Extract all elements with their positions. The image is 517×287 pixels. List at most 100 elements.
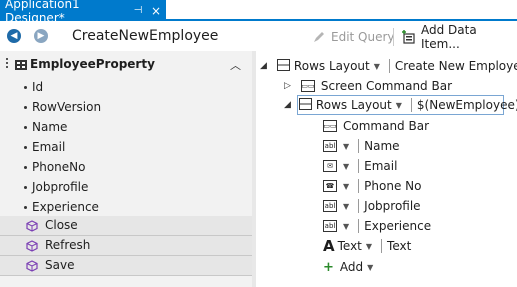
chevron-up-icon[interactable]: ︿ [230, 57, 241, 73]
forward-arrow-icon[interactable]: ▶ [34, 29, 48, 43]
dropdown-caret-icon[interactable]: ▼ [374, 62, 380, 71]
method-icon [26, 240, 38, 255]
layout-type-label: Rows Layout [315, 98, 392, 112]
item-label: Name [364, 139, 400, 153]
dropdown-caret-icon[interactable]: ▼ [366, 242, 372, 251]
tree-node-experience[interactable]: abl ▼ Experience [323, 216, 431, 236]
field-item[interactable]: RowVersion [0, 97, 252, 117]
document-tab[interactable]: Application1 Designer* ⊣ × [0, 0, 166, 25]
separator [358, 219, 360, 233]
add-data-item-label: Add Data Item... [421, 23, 477, 51]
tree-node-email[interactable]: ✉ ▼ Email [323, 156, 397, 176]
view-model-panel: EmployeeProperty ︿ Id RowVersion Name Em… [0, 51, 252, 287]
separator [358, 179, 360, 193]
command-bar-icon: ▭▭ [323, 120, 337, 132]
drag-handle-icon[interactable] [6, 58, 9, 72]
pin-icon[interactable]: ⊣ [132, 5, 144, 16]
dropdown-caret-icon[interactable]: ▼ [343, 162, 349, 171]
separator [410, 98, 412, 112]
field-item[interactable]: Experience [0, 197, 252, 217]
item-label: Jobprofile [364, 199, 421, 213]
field-item[interactable]: Name [0, 117, 252, 137]
item-label: Experience [364, 219, 432, 233]
separator [358, 199, 360, 213]
binding-label: $(NewEmployee) [416, 98, 517, 112]
tab-title: Application1 Designer* [5, 0, 80, 25]
rows-layout-icon [298, 97, 312, 113]
tree-node-jobprofile[interactable]: abl ▼ Jobprofile [323, 196, 421, 216]
layout-type-label: Rows Layout [293, 59, 370, 73]
edit-query-button[interactable]: Edit Query [311, 27, 395, 47]
field-label: Id [32, 80, 44, 94]
field-item[interactable]: Jobprofile [0, 177, 252, 197]
field-label: Email [32, 140, 66, 154]
collapse-triangle-icon[interactable]: ◢ [284, 100, 291, 110]
tree-node-inner-layout[interactable]: ◢ Rows Layout ▼ $(NewEmployee) [284, 95, 517, 115]
field-item[interactable]: PhoneNo [0, 157, 252, 177]
item-label: Email [364, 159, 398, 173]
dropdown-caret-icon[interactable]: ▼ [343, 142, 349, 151]
entity-title: EmployeeProperty [30, 57, 155, 71]
tree-node-command-bar[interactable]: ▭▭ Command Bar [323, 116, 429, 136]
textbox-icon: abl [323, 140, 337, 152]
separator [388, 59, 390, 73]
dropdown-caret-icon[interactable]: ▼ [367, 263, 373, 272]
field-label: PhoneNo [32, 160, 86, 174]
method-label: Save [45, 258, 75, 272]
dropdown-caret-icon[interactable]: ▼ [343, 222, 349, 231]
method-item-close[interactable]: Close [0, 216, 252, 236]
field-item[interactable]: Email [0, 137, 252, 157]
method-label: Close [45, 218, 78, 232]
entity-icon [14, 58, 28, 75]
screen-name: CreateNewEmployee [72, 28, 219, 44]
edit-query-label: Edit Query [331, 30, 395, 44]
document-tab-bar: Application1 Designer* ⊣ × [0, 0, 517, 25]
field-label: RowVersion [32, 100, 102, 114]
collapse-triangle-icon[interactable]: ◢ [260, 61, 267, 71]
text-control-icon: A [323, 237, 335, 255]
screen-title-label: Create New Employee [394, 59, 517, 73]
screen-command-bar-label: Screen Command Bar [320, 79, 453, 93]
text-label: Text [387, 239, 412, 253]
item-label: Phone No [364, 179, 422, 193]
method-item-refresh[interactable]: Refresh [0, 236, 252, 256]
back-arrow-icon[interactable]: ◀ [7, 29, 21, 43]
field-label: Jobprofile [32, 180, 89, 194]
tree-node-text[interactable]: A Text ▼ Text [323, 236, 411, 256]
command-bar-label: Command Bar [343, 119, 430, 133]
dropdown-caret-icon[interactable]: ▼ [396, 101, 402, 110]
field-label: Name [32, 120, 68, 134]
phone-editor-icon: ☎ [323, 180, 337, 192]
edit-query-icon [311, 29, 327, 45]
field-label: Experience [32, 200, 99, 214]
method-item-save[interactable]: Save [0, 256, 252, 276]
add-label: Add [339, 260, 364, 274]
close-icon[interactable]: × [150, 4, 162, 18]
designer-toolbar: ◀ ▶ CreateNewEmployee Edit Query Add Dat… [0, 23, 517, 51]
expand-triangle-icon[interactable]: ▷ [284, 81, 291, 91]
rows-layout-icon [276, 58, 290, 74]
tree-node-screen-command-bar[interactable]: ▷ ▭▭ Screen Command Bar [284, 76, 452, 96]
text-control-label: Text [337, 239, 362, 253]
plus-icon: + [323, 259, 334, 275]
toolbar-separator [393, 28, 394, 46]
dropdown-caret-icon[interactable]: ▼ [343, 182, 349, 191]
dropdown-caret-icon[interactable]: ▼ [343, 202, 349, 211]
tree-node-name[interactable]: abl ▼ Name [323, 136, 400, 156]
entity-header[interactable]: EmployeeProperty ︿ [0, 54, 252, 76]
separator [358, 139, 360, 153]
method-label: Refresh [45, 238, 91, 252]
add-item-button[interactable]: + Add ▼ [323, 257, 377, 277]
email-editor-icon: ✉ [323, 160, 337, 172]
tree-node-root[interactable]: ◢ Rows Layout ▼ Create New Employee [260, 56, 517, 76]
content-tree-panel: ◢ Rows Layout ▼ Create New Employee ▷ ▭▭… [256, 51, 517, 287]
method-icon [26, 260, 38, 275]
tree-node-phone[interactable]: ☎ ▼ Phone No [323, 176, 421, 196]
separator [358, 159, 360, 173]
command-bar-icon: ▭▭ [300, 80, 315, 92]
add-data-item-button[interactable]: Add Data Item... [401, 23, 517, 51]
textbox-icon: abl [323, 200, 337, 212]
add-data-item-icon [401, 29, 417, 45]
textbox-icon: abl [323, 220, 337, 232]
field-item[interactable]: Id [0, 77, 252, 97]
